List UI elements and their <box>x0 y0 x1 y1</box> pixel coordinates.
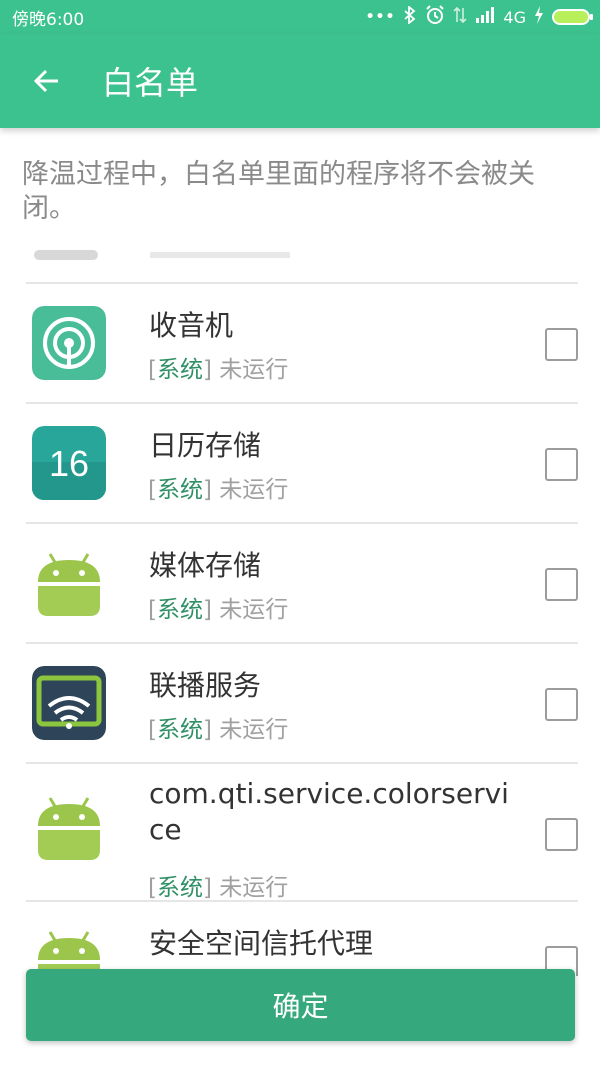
run-state: 未运行 <box>219 875 289 901</box>
list-item[interactable]: 联播服务 [系统] 未运行 <box>26 644 578 764</box>
alarm-icon <box>425 5 445 29</box>
app-name: 媒体存储 <box>149 549 262 582</box>
app-name: 安全空间信托代理 <box>149 927 374 960</box>
system-tag: 系统 <box>156 717 203 743</box>
app-status: [系统] 未运行 <box>148 477 289 503</box>
app-name: 收音机 <box>149 309 234 342</box>
calendar-icon: 16 <box>32 426 106 500</box>
android-icon <box>38 797 100 860</box>
bluetooth-icon <box>403 5 417 28</box>
calendar-icon-date: 16 <box>49 443 89 484</box>
network-type: 4G <box>503 7 526 27</box>
arrow-left-icon <box>33 69 58 93</box>
confirm-button[interactable]: 确定 <box>26 969 575 1041</box>
list-item[interactable]: com.qti.service.colorservice [系统] 未运行 <box>26 764 578 902</box>
app-icon-partial <box>34 250 98 260</box>
battery-icon <box>552 9 593 25</box>
system-tag: 系统 <box>156 875 203 901</box>
app-status: [系统] 未运行 <box>148 875 289 901</box>
run-state: 未运行 <box>219 597 289 623</box>
whitelist-checkbox[interactable] <box>545 448 578 481</box>
app-list[interactable]: 收音机 [系统] 未运行 16 日历存储 [系统] 未运行 媒体存储 [系统] … <box>26 236 578 976</box>
whitelist-checkbox[interactable] <box>545 568 578 601</box>
back-button[interactable] <box>0 34 94 128</box>
system-tag: 系统 <box>156 357 203 383</box>
whitelist-checkbox[interactable] <box>545 328 578 361</box>
list-item[interactable]: 安全空间信托代理 [系统] 未运行 <box>26 902 578 976</box>
list-item-partial <box>26 236 578 284</box>
app-name: 日历存储 <box>149 429 262 462</box>
app-name: 联播服务 <box>149 669 262 702</box>
app-status: [系统] 未运行 <box>148 717 289 743</box>
app-status: [系统] 未运行 <box>148 357 289 383</box>
list-item[interactable]: 收音机 [系统] 未运行 <box>26 284 578 404</box>
charging-icon <box>534 6 544 28</box>
status-bar: 傍晚6:00 ••• 4G <box>0 0 600 34</box>
system-tag: 系统 <box>156 477 203 503</box>
whitelist-checkbox[interactable] <box>545 688 578 721</box>
signal-icon <box>475 7 495 27</box>
whitelist-checkbox[interactable] <box>545 818 578 851</box>
status-time: 傍晚6:00 <box>12 9 85 30</box>
notification-dots-icon: ••• <box>365 9 396 25</box>
page-title: 白名单 <box>102 64 199 102</box>
status-icons: ••• 4G <box>365 5 593 29</box>
app-name: com.qti.service.colorservice <box>149 777 509 846</box>
run-state: 未运行 <box>219 717 289 743</box>
list-item[interactable]: 媒体存储 [系统] 未运行 <box>26 524 578 644</box>
whitelist-description: 降温过程中，白名单里面的程序将不会被关闭。 <box>22 159 535 224</box>
app-status-partial <box>150 252 290 258</box>
radio-icon <box>32 306 106 380</box>
cast-icon <box>32 666 106 740</box>
data-transfer-icon <box>453 6 467 28</box>
app-status: [系统] 未运行 <box>148 597 289 623</box>
run-state: 未运行 <box>219 357 289 383</box>
system-tag: 系统 <box>156 597 203 623</box>
app-bar: 白名单 <box>0 34 600 128</box>
run-state: 未运行 <box>219 477 289 503</box>
list-item[interactable]: 16 日历存储 [系统] 未运行 <box>26 404 578 524</box>
android-icon <box>38 553 100 616</box>
